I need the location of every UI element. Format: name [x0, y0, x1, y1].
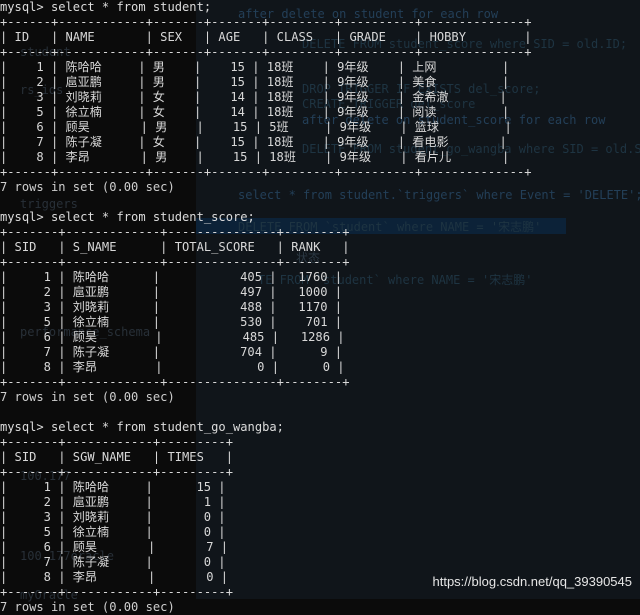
table-row: | 1 | 陈哈哈 | 15 | — [0, 480, 226, 494]
table-row: | 7 | 陈子凝 | 0 | — [0, 555, 226, 569]
table-border: +------+------------+-------+-------+---… — [0, 45, 532, 59]
table-row: | 6 | 顾昊 | 485 | 1286 | — [0, 330, 345, 344]
table-header-row: | SID | S_NAME | TOTAL_SCORE | RANK | — [0, 240, 350, 254]
table-border: +-------+------------+---------+ — [0, 465, 233, 479]
table-row: | 7 | 陈子凝 | 704 | 9 | — [0, 345, 343, 359]
table-border: +------+------------+-------+-------+---… — [0, 165, 532, 179]
table-row: | 1 | 陈哈哈 | 405 | 1760 | — [0, 270, 343, 284]
table-border: +-------+-------------+---------------+-… — [0, 225, 350, 239]
table-row: | 2 | 扈亚鹏 | 497 | 1000 | — [0, 285, 343, 299]
table-row: | 3 | 刘晓莉 | 0 | — [0, 510, 226, 524]
table-row: | 1 | 陈哈哈 | 男 | 15 | 18班 | 9年级 | 上网 | — [0, 60, 510, 74]
table-row: | 2 | 扈亚鹏 | 1 | — [0, 495, 226, 509]
table-row: | 3 | 刘晓莉 | 488 | 1170 | — [0, 300, 343, 314]
table-header-row: | ID | NAME | SEX | AGE | CLASS | GRADE … — [0, 30, 532, 44]
table-border: +-------+-------------+---------------+-… — [0, 255, 350, 269]
sql-command-line: mysql> select * from student_score; — [0, 210, 255, 224]
table-border: +------+------------+-------+-------+---… — [0, 15, 532, 29]
table-row: | 8 | 李昂 | 男 | 15 | 18班 | 9年级 | 看片儿 | — [0, 150, 510, 164]
table-border: +-------+-------------+---------------+-… — [0, 375, 350, 389]
csdn-watermark: https://blog.csdn.net/qq_39390545 — [432, 574, 633, 589]
table-header-row: | SID | SGW_NAME | TIMES | — [0, 450, 233, 464]
table-border: +-------+------------+---------+ — [0, 435, 233, 449]
table-row: | 6 | 顾昊 | 7 | — [0, 540, 229, 554]
table-row: | 5 | 徐立楠 | 530 | 701 | — [0, 315, 343, 329]
mysql-console[interactable]: mysql> select * from student; +------+---… — [0, 0, 640, 614]
result-summary: 7 rows in set (0.00 sec) — [0, 390, 175, 404]
table-row: | 5 | 徐立楠 | 女 | 14 | 18班 | 9年级 | 阅读 | — [0, 105, 510, 119]
table-row: | 5 | 徐立楠 | 0 | — [0, 525, 226, 539]
table-row: | 6 | 顾昊 | 男 | 15 | 5班 | 9年级 | 篮球 | — [0, 120, 512, 134]
sql-command-line: mysql> select * from student_go_wangba; — [0, 420, 284, 434]
table-row: | 7 | 陈子凝 | 女 | 15 | 18班 | 9年级 | 看电影 | — [0, 135, 507, 149]
table-row: | 8 | 李昂 | 0 | 0 | — [0, 360, 345, 374]
result-summary: 7 rows in set (0.00 sec) — [0, 180, 175, 194]
table-row: | 2 | 扈亚鹏 | 男 | 15 | 18班 | 9年级 | 美食 | — [0, 75, 510, 89]
result-summary: 7 rows in set (0.00 sec) — [0, 600, 175, 614]
sql-command-line: mysql> select * from student; — [0, 0, 212, 14]
table-row: | 3 | 刘晓莉 | 女 | 14 | 18班 | 9年级 | 金希澈 | — [0, 90, 507, 104]
